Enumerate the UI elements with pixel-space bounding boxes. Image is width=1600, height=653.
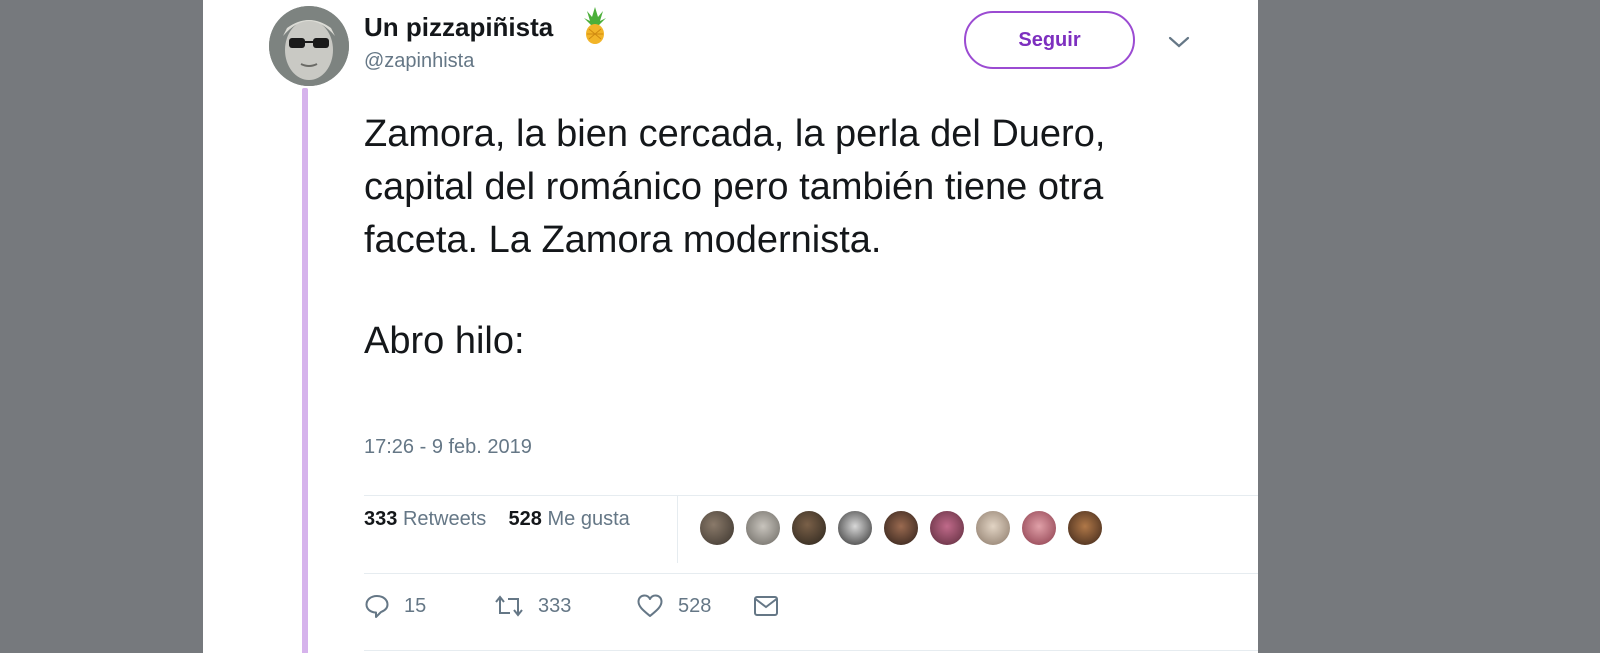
retweets-count: 333	[364, 508, 398, 530]
author-handle[interactable]: @zapinhista	[364, 50, 474, 73]
heart-icon	[636, 593, 664, 619]
reply-action[interactable]: 15	[364, 593, 426, 619]
likes-label: Me gusta	[547, 508, 630, 530]
stats-separator	[677, 496, 678, 563]
divider	[364, 495, 1258, 496]
liker-avatar[interactable]	[790, 509, 828, 547]
reply-icon	[364, 593, 390, 619]
direct-message-action[interactable]	[752, 593, 780, 619]
liker-avatar[interactable]	[1066, 509, 1104, 547]
like-count: 528	[678, 594, 712, 617]
thread-line	[302, 88, 308, 653]
liker-avatar[interactable]	[974, 509, 1012, 547]
chevron-down-icon[interactable]	[1167, 32, 1191, 57]
retweet-icon	[494, 593, 524, 619]
tweet-actions: 15 333 528	[364, 593, 844, 629]
tweet-paragraph: Zamora, la bien cercada, la perla del Du…	[364, 113, 1106, 261]
retweet-count: 333	[538, 594, 572, 617]
retweet-action[interactable]: 333	[494, 593, 571, 619]
envelope-icon	[752, 593, 780, 619]
liker-avatar[interactable]	[1020, 509, 1058, 547]
liker-avatar[interactable]	[836, 509, 874, 547]
liker-avatar[interactable]	[882, 509, 920, 547]
tweet-paragraph: Abro hilo:	[364, 320, 525, 362]
author-name[interactable]: Un pizzapiñista	[364, 12, 553, 43]
divider	[364, 573, 1258, 574]
tweet-stats: 333 Retweets 528 Me gusta	[364, 508, 630, 531]
follow-button[interactable]: Seguir	[964, 11, 1135, 69]
retweets-label: Retweets	[402, 508, 487, 530]
divider	[364, 650, 1258, 651]
liker-avatar[interactable]	[928, 509, 966, 547]
retweets-stat[interactable]: 333 Retweets	[364, 508, 486, 530]
likes-stat[interactable]: 528 Me gusta	[509, 508, 630, 530]
pineapple-icon	[581, 5, 609, 50]
tweet-text: Zamora, la bien cercada, la perla del Du…	[364, 108, 1144, 368]
like-action[interactable]: 528	[636, 593, 711, 619]
tweet-card: Un pizzapiñista @zapinhista Seguir Zamor…	[203, 0, 1258, 653]
liker-avatar[interactable]	[698, 509, 736, 547]
likers-avatars	[698, 509, 1112, 547]
likes-count: 528	[508, 508, 542, 530]
reply-count: 15	[404, 594, 427, 617]
avatar[interactable]	[269, 6, 349, 86]
tweet-timestamp[interactable]: 17:26 - 9 feb. 2019	[364, 436, 532, 459]
liker-avatar[interactable]	[744, 509, 782, 547]
